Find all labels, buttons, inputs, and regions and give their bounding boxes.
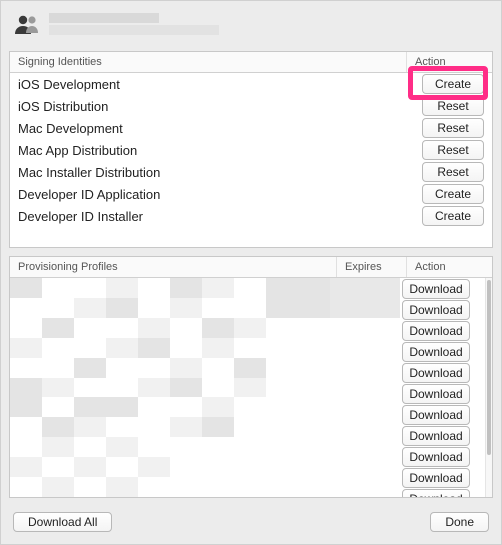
identity-row: iOS Development Create — [10, 73, 492, 95]
account-header — [9, 9, 493, 43]
create-button[interactable]: Create — [422, 184, 484, 204]
identity-name: Mac App Distribution — [18, 143, 407, 158]
create-button[interactable]: Create — [422, 206, 484, 226]
profiles-column-header: Provisioning Profiles Expires Action — [10, 257, 492, 278]
create-button[interactable]: Create — [422, 74, 484, 94]
dialog-footer: Download All Done — [9, 506, 493, 536]
download-button[interactable]: Download — [402, 447, 470, 467]
col-expires: Expires — [337, 257, 407, 277]
scrollbar-thumb[interactable] — [487, 280, 491, 455]
download-button[interactable]: Download — [402, 489, 470, 497]
download-button[interactable]: Download — [402, 300, 470, 320]
identity-row: Developer ID Application Create — [10, 183, 492, 205]
account-name-block — [49, 13, 219, 35]
profiles-name-column-redacted — [10, 278, 330, 497]
profiles-expires-column — [330, 278, 400, 497]
col-action: Action — [407, 52, 492, 72]
download-button[interactable]: Download — [402, 405, 470, 425]
signing-identities-section: Signing Identities Action iOS Developmen… — [9, 51, 493, 248]
identity-row: Developer ID Installer Create — [10, 205, 492, 227]
done-button[interactable]: Done — [430, 512, 489, 532]
reset-button[interactable]: Reset — [422, 162, 484, 182]
identity-name: Developer ID Installer — [18, 209, 407, 224]
account-name-redacted — [49, 13, 159, 23]
download-button[interactable]: Download — [402, 279, 470, 299]
col-action: Action — [407, 257, 492, 277]
download-all-button[interactable]: Download All — [13, 512, 112, 532]
identity-name: iOS Development — [18, 77, 407, 92]
identity-row: Mac Installer Distribution Reset — [10, 161, 492, 183]
identity-name: Mac Development — [18, 121, 407, 136]
provisioning-profiles-section: Provisioning Profiles Expires Action Dow… — [9, 256, 493, 498]
account-subtitle-redacted — [49, 25, 219, 35]
identities-column-header: Signing Identities Action — [10, 52, 492, 73]
reset-button[interactable]: Reset — [422, 140, 484, 160]
identity-name: Mac Installer Distribution — [18, 165, 407, 180]
identity-name: iOS Distribution — [18, 99, 407, 114]
download-button[interactable]: Download — [402, 321, 470, 341]
identity-name: Developer ID Application — [18, 187, 407, 202]
reset-button[interactable]: Reset — [422, 118, 484, 138]
download-button[interactable]: Download — [402, 342, 470, 362]
download-button[interactable]: Download — [402, 363, 470, 383]
download-button[interactable]: Download — [402, 468, 470, 488]
col-signing-identities: Signing Identities — [10, 52, 407, 72]
profiles-scrollbar[interactable] — [485, 278, 492, 497]
profiles-action-column: DownloadDownloadDownloadDownloadDownload… — [400, 278, 485, 497]
download-button[interactable]: Download — [402, 426, 470, 446]
reset-button[interactable]: Reset — [422, 96, 484, 116]
identity-row: Mac Development Reset — [10, 117, 492, 139]
download-button[interactable]: Download — [402, 384, 470, 404]
identity-row: iOS Distribution Reset — [10, 95, 492, 117]
people-icon — [13, 13, 41, 35]
col-provisioning-profiles: Provisioning Profiles — [10, 257, 337, 277]
identity-row: Mac App Distribution Reset — [10, 139, 492, 161]
account-details-panel: Signing Identities Action iOS Developmen… — [0, 0, 502, 545]
